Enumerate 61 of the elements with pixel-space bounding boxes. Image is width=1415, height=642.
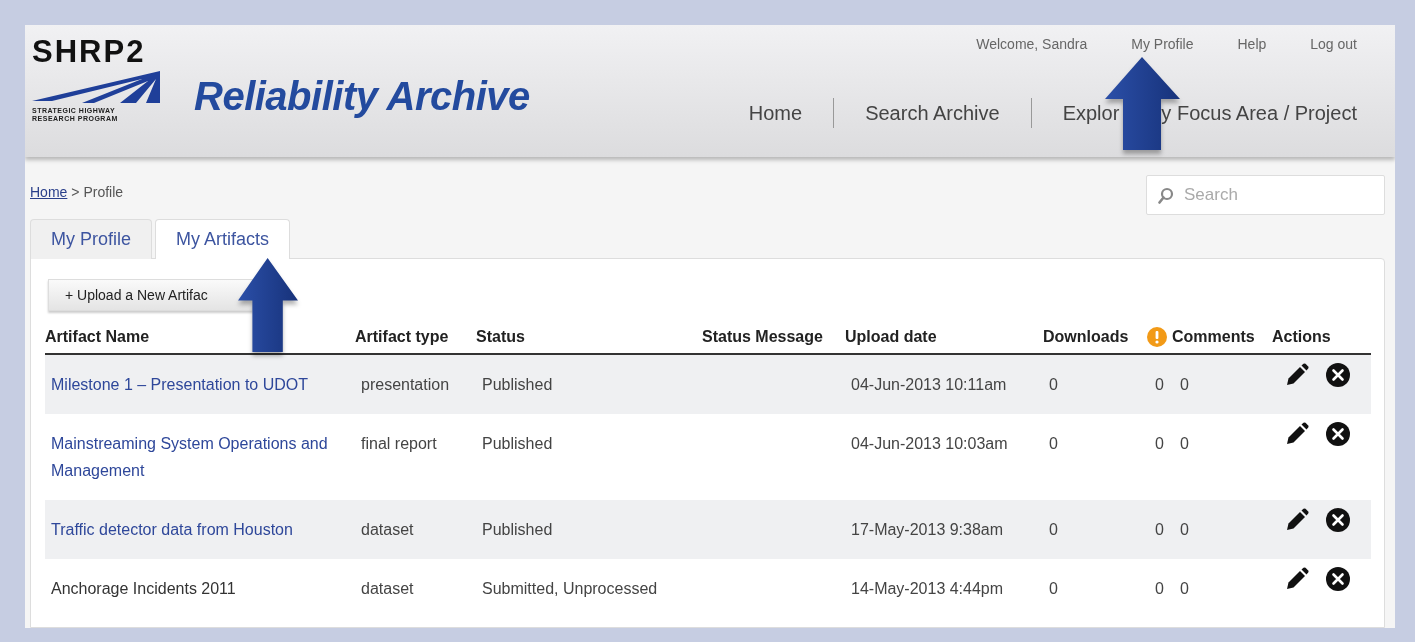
edit-pencil-icon[interactable] [1285, 363, 1309, 386]
column-header: Artifact type [355, 328, 449, 346]
tab[interactable]: My Profile [30, 219, 152, 259]
table-cell: 0 [1049, 435, 1058, 452]
table-cell-text: 0 [1179, 434, 1189, 454]
user-link[interactable]: Help [1237, 36, 1267, 52]
breadcrumb-link[interactable]: Home [30, 184, 68, 200]
table-cell-text: 0 [1179, 579, 1189, 599]
table-cell-text: 0 [1179, 520, 1189, 540]
upload-button[interactable]: + Upload a New Artifac [48, 279, 253, 311]
user-link[interactable]: Log out [1310, 36, 1357, 52]
artifact-link[interactable]: Milestone 1 – Presentation to UDOT [51, 371, 349, 398]
road-logo-icon [32, 71, 160, 103]
table-cell: final report [361, 435, 437, 452]
table-cell: presentation [361, 376, 450, 393]
column-header: Downloads [1043, 328, 1129, 346]
delete-icon[interactable] [1326, 567, 1350, 591]
tab[interactable]: My Artifacts [155, 219, 291, 259]
table-cell: dataset [361, 521, 414, 538]
search-field[interactable]: Search [1146, 175, 1385, 215]
site-title: Reliability Archive [194, 74, 530, 119]
delete-icon[interactable] [1326, 363, 1350, 387]
column-header: Upload date [845, 328, 937, 346]
artifact-name: Anchorage Incidents 2011 [51, 579, 237, 599]
table-cell-text: 0 [1179, 375, 1189, 395]
welcome-text: Welcome, Sandra [976, 36, 1088, 52]
user-link[interactable]: My Profile [1131, 36, 1194, 52]
breadcrumb-current: > Profile [71, 184, 124, 200]
column-header: Actions [1272, 328, 1331, 346]
nav-link[interactable]: Home [748, 101, 803, 125]
column-header: Comments [1172, 328, 1255, 346]
table-cell: 04-Jun-2013 10:11am [851, 376, 1007, 393]
table-cell: Submitted, Unprocessed [482, 580, 658, 597]
edit-pencil-icon[interactable] [1285, 422, 1309, 445]
table-cell-text: 0 [1155, 520, 1164, 540]
table-cell: 17-May-2013 9:38am [851, 521, 1004, 538]
table-cell-text: 0 [1155, 579, 1164, 599]
table-cell: 14-May-2013 4:44pm [851, 580, 1004, 597]
column-header: Status Message [702, 328, 823, 346]
table-cell: dataset [361, 580, 414, 597]
table-cell: 0 [1049, 521, 1058, 538]
artifact-link[interactable]: Traffic detector data from Houston [51, 516, 349, 543]
table-cell-text: 0 [1155, 434, 1164, 454]
table-cell: Published [482, 376, 553, 393]
column-header: Status [476, 328, 525, 346]
delete-icon[interactable] [1326, 508, 1350, 532]
table-cell-text: 0 [1155, 375, 1164, 395]
artifact-link[interactable]: Mainstreaming System Operations and Management [51, 430, 349, 484]
table-cell: 0 [1049, 580, 1058, 597]
table-cell: Published [482, 521, 553, 538]
nav-link[interactable]: Explor y Focus Area / Project [1062, 101, 1357, 125]
edit-pencil-icon[interactable] [1285, 508, 1309, 531]
table-cell: 04-Jun-2013 10:03am [851, 435, 1008, 452]
edit-pencil-icon[interactable] [1285, 567, 1309, 590]
nav-link[interactable]: Search Archive [865, 101, 1000, 125]
search-icon [1158, 187, 1174, 204]
table-cell: 0 [1049, 376, 1058, 393]
column-header: Artifact Name [45, 328, 150, 346]
delete-icon[interactable] [1326, 422, 1350, 446]
logo-wordmark: SHRP2 [32, 37, 147, 67]
table-cell: Published [482, 435, 553, 452]
